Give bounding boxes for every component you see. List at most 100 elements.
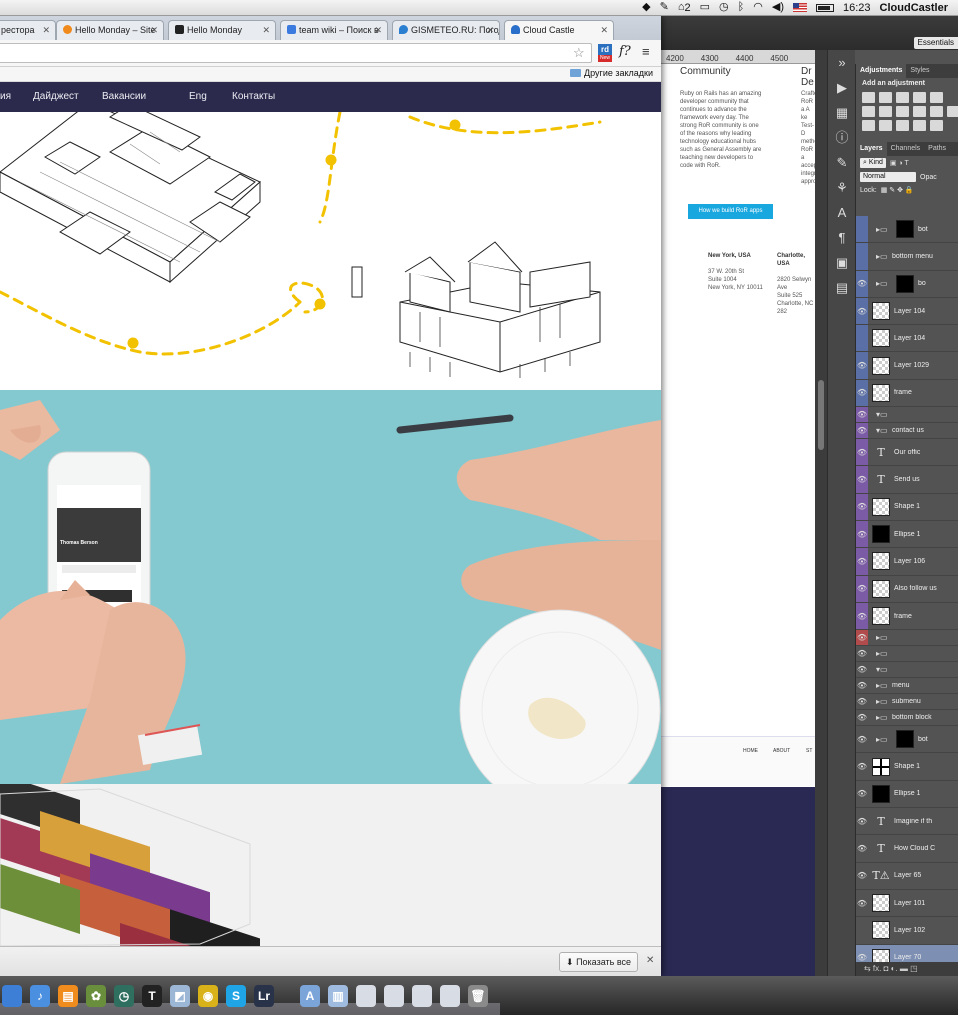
layer-row[interactable]: 👁 Ellipse 1 [856,520,958,549]
dock-screenshot-4-icon[interactable] [440,985,460,1007]
brush-icon[interactable]: ✎ [828,150,856,175]
hue-icon[interactable] [862,106,875,117]
workspace-switcher[interactable]: Essentials [913,37,958,49]
nav-item-contacts[interactable]: Контакты [232,82,275,112]
folder-icon[interactable]: ▾▭ [876,426,888,435]
layer-row[interactable]: 👁 ▸▭ menu [856,678,958,695]
visibility-eye-icon[interactable] [856,325,868,352]
layer-comps-icon[interactable]: ▣ [828,250,856,275]
dock-typora-icon[interactable]: T [142,985,162,1007]
extension-fquestion-icon[interactable]: f? [619,44,631,59]
properties-icon[interactable]: ▤ [828,275,856,300]
visibility-eye-icon[interactable]: 👁 [856,781,868,807]
close-tab-icon[interactable]: ✕ [262,21,270,40]
dock-lightroom-icon[interactable]: Lr [254,985,274,1007]
layer-row[interactable]: 👁 Layer 1029 [856,352,958,380]
invert-icon[interactable] [862,120,875,131]
evernote-icon[interactable]: ✎ [660,2,669,13]
layers-footer[interactable]: ⇆ fx. ◘ ◐. ▬ ◳ [856,962,958,976]
visibility-eye-icon[interactable]: 👁 [856,297,868,325]
folder-icon[interactable]: ▸▭ [876,697,888,706]
scrollbar-thumb[interactable] [818,380,824,450]
folder-icon[interactable]: ▸▭ [876,735,888,744]
adobe-icon[interactable]: ⌂ 2 [678,2,691,14]
close-tab-icon[interactable]: ✕ [486,21,494,40]
tab-layers[interactable]: Layers [856,142,887,156]
layer-row[interactable]: 👁 T How Cloud C [856,835,958,863]
layer-row[interactable]: Layer 102 [856,917,958,945]
layer-row[interactable]: 👁 ▸▭ submenu [856,694,958,711]
folder-icon[interactable]: ▸▭ [876,225,888,234]
nav-item-truncated[interactable]: ия [0,82,11,112]
visibility-eye-icon[interactable]: 👁 [856,835,868,861]
dropbox-icon[interactable]: ◆ [642,2,650,13]
other-bookmarks[interactable]: Другие закладки [570,68,653,78]
dock-time-machine-icon[interactable]: ◷ [114,985,134,1007]
volume-icon[interactable]: ◀) [772,2,784,13]
close-tab-icon[interactable]: ✕ [42,21,50,40]
photo-filter-icon[interactable] [913,106,926,117]
posterize-icon[interactable] [879,120,892,131]
page-viewport[interactable]: ия Дайджест Вакансии Eng Контакты Thomas… [0,82,661,946]
visibility-eye-icon[interactable]: 👁 [856,407,868,423]
time-machine-icon[interactable]: ◷ [719,2,729,13]
dock-app-folder-icon[interactable]: A [300,985,320,1007]
paragraph-icon[interactable]: ¶ [828,225,856,250]
info-icon[interactable]: ⓘ [828,125,856,150]
visibility-eye-icon[interactable]: 👁 [856,694,868,709]
layer-row[interactable]: 👁 frame [856,602,958,631]
gradient-map-icon[interactable] [913,120,926,131]
layer-row[interactable]: 👁 Ellipse 1 [856,781,958,809]
brightness-icon[interactable] [862,92,875,103]
bluetooth-icon[interactable]: ᛒ [738,2,745,13]
tab-hello-monday-site[interactable]: Hello Monday – Site ✕ [56,20,164,40]
visibility-eye-icon[interactable]: 👁 [856,753,868,779]
selective-color-icon[interactable] [930,120,943,131]
layer-row[interactable]: 👁 T Imagine if th [856,808,958,836]
visibility-eye-icon[interactable]: 👁 [856,602,868,630]
extension-rd-icon[interactable]: rd New [598,44,612,62]
visibility-eye-icon[interactable]: 👁 [856,352,868,379]
close-tab-icon[interactable]: ✕ [150,21,158,40]
dock-itunes-icon[interactable]: ♪ [30,985,50,1007]
kind-filter[interactable]: ⌕ Kind [860,158,886,168]
visibility-eye-icon[interactable]: 👁 [856,890,868,916]
visibility-eye-icon[interactable]: 👁 [856,520,868,548]
folder-icon[interactable]: ▸▭ [876,279,888,288]
dock-screenshot-3-icon[interactable] [412,985,432,1007]
visibility-eye-icon[interactable]: 👁 [856,662,868,677]
curves-icon[interactable] [896,92,909,103]
layer-row[interactable]: 👁 T⚠ Layer 65 [856,863,958,890]
visibility-eye-icon[interactable]: 👁 [856,630,868,646]
folder-icon[interactable]: ▸▭ [876,713,888,722]
vibrance-icon[interactable] [930,92,943,103]
nav-item-digest[interactable]: Дайджест [33,82,79,112]
layer-row[interactable]: 👁 Layer 106 [856,548,958,576]
visibility-eye-icon[interactable]: 👁 [856,270,868,297]
visibility-eye-icon[interactable]: 👁 [856,548,868,575]
dock-finder-icon[interactable] [2,985,22,1007]
dock-iphoto-icon[interactable]: ✿ [86,985,106,1007]
user-name[interactable]: CloudCastler [880,2,948,14]
show-all-downloads-button[interactable]: ⬇ Показать все [559,952,639,972]
nav-item-eng[interactable]: Eng [189,82,207,112]
visibility-eye-icon[interactable] [856,216,868,243]
tab-hello-monday[interactable]: Hello Monday ✕ [168,20,276,40]
color-lookup-icon[interactable] [947,106,958,117]
nav-item-vacancies[interactable]: Вакансии [102,82,146,112]
channel-mixer-icon[interactable] [930,106,943,117]
color-balance-icon[interactable] [879,106,892,117]
tab-restaurant[interactable]: рестора ✕ [0,20,56,40]
input-source-flag-icon[interactable] [793,3,807,12]
dock-screenshot-2-icon[interactable] [384,985,404,1007]
visibility-eye-icon[interactable]: 👁 [856,423,868,439]
tab-channels[interactable]: Channels [887,142,925,156]
layer-row[interactable]: 👁 Also follow us [856,575,958,603]
visibility-eye-icon[interactable]: 👁 [856,575,868,602]
blend-mode-select[interactable]: Normal [860,172,916,182]
wifi-icon[interactable]: ◠ [753,2,763,13]
lock-icons[interactable]: ▦ ✎ ✥ 🔒 [881,186,914,194]
visibility-eye-icon[interactable]: 👁 [856,493,868,520]
dock-screenshot-1-icon[interactable] [356,985,376,1007]
visibility-eye-icon[interactable]: 👁 [856,466,868,493]
